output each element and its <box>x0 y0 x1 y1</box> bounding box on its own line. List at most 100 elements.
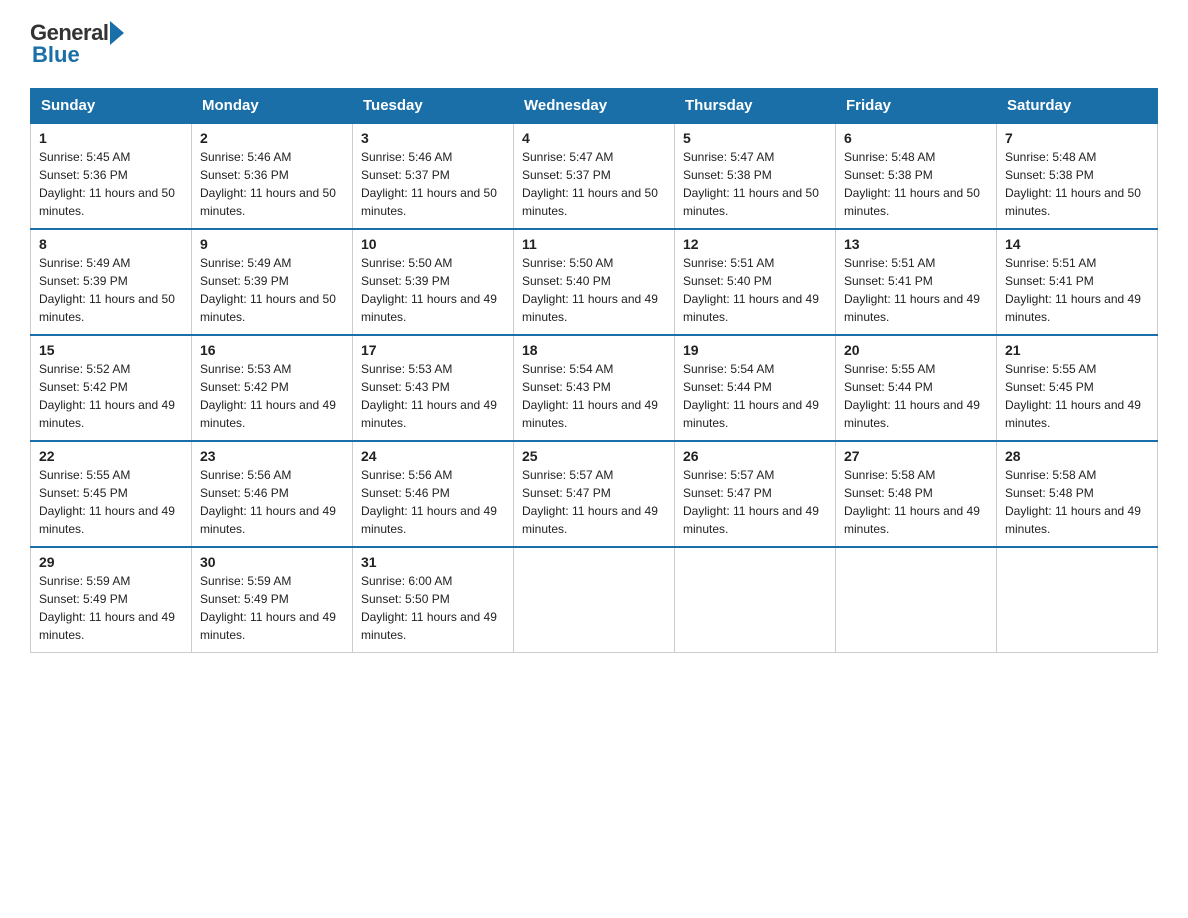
day-info: Sunrise: 5:48 AMSunset: 5:38 PMDaylight:… <box>844 148 988 220</box>
weekday-header-thursday: Thursday <box>675 89 836 124</box>
calendar-cell <box>514 547 675 653</box>
day-number: 27 <box>844 448 988 464</box>
weekday-header-monday: Monday <box>192 89 353 124</box>
calendar-cell: 23Sunrise: 5:56 AMSunset: 5:46 PMDayligh… <box>192 441 353 547</box>
calendar-cell: 22 Sunrise: 5:55 AMSunset: 5:45 PMDayligh… <box>31 441 192 547</box>
day-info: Sunrise: 5:54 AMSunset: 5:44 PMDaylight:… <box>683 360 827 432</box>
logo-blue-text: Blue <box>32 42 80 68</box>
calendar-cell: 24 Sunrise: 5:56 AMSunset: 5:46 PMDayligh… <box>353 441 514 547</box>
calendar-cell: 19 Sunrise: 5:54 AMSunset: 5:44 PMDayligh… <box>675 335 836 441</box>
calendar-cell: 2 Sunrise: 5:46 AMSunset: 5:36 PMDaylight… <box>192 123 353 229</box>
day-info: Sunrise: 5:57 AMSunset: 5:47 PMDaylight:… <box>522 466 666 538</box>
day-number: 2 <box>200 130 344 146</box>
day-info: Sunrise: 5:50 AMSunset: 5:39 PMDaylight:… <box>361 254 505 326</box>
calendar-cell: 6 Sunrise: 5:48 AMSunset: 5:38 PMDaylight… <box>836 123 997 229</box>
day-number: 15 <box>39 342 183 358</box>
day-info: Sunrise: 5:55 AMSunset: 5:45 PMDaylight:… <box>39 466 183 538</box>
day-info: Sunrise: 5:53 AMSunset: 5:42 PMDaylight:… <box>200 360 344 432</box>
day-info: Sunrise: 5:56 AMSunset: 5:46 PMDaylight:… <box>361 466 505 538</box>
logo: General Blue <box>30 20 124 68</box>
day-number: 23 <box>200 448 344 464</box>
day-info: Sunrise: 5:51 AMSunset: 5:40 PMDaylight:… <box>683 254 827 326</box>
day-number: 25 <box>522 448 666 464</box>
calendar-cell <box>675 547 836 653</box>
logo-arrow-icon <box>110 21 124 45</box>
day-number: 6 <box>844 130 988 146</box>
calendar-cell: 29 Sunrise: 5:59 AMSunset: 5:49 PMDayligh… <box>31 547 192 653</box>
calendar-cell: 15 Sunrise: 5:52 AMSunset: 5:42 PMDayligh… <box>31 335 192 441</box>
day-number: 17 <box>361 342 505 358</box>
day-info: Sunrise: 5:59 AMSunset: 5:49 PMDaylight:… <box>39 572 183 644</box>
calendar-cell: 25 Sunrise: 5:57 AMSunset: 5:47 PMDayligh… <box>514 441 675 547</box>
calendar-cell: 5 Sunrise: 5:47 AMSunset: 5:38 PMDaylight… <box>675 123 836 229</box>
calendar-header: SundayMondayTuesdayWednesdayThursdayFrid… <box>31 89 1158 124</box>
calendar-cell <box>836 547 997 653</box>
day-number: 20 <box>844 342 988 358</box>
calendar-cell: 20 Sunrise: 5:55 AMSunset: 5:44 PMDayligh… <box>836 335 997 441</box>
calendar-week-row: 15 Sunrise: 5:52 AMSunset: 5:42 PMDayligh… <box>31 335 1158 441</box>
calendar-week-row: 1Sunrise: 5:45 AMSunset: 5:36 PMDaylight… <box>31 123 1158 229</box>
day-number: 22 <box>39 448 183 464</box>
calendar-cell: 18 Sunrise: 5:54 AMSunset: 5:43 PMDayligh… <box>514 335 675 441</box>
day-info: Sunrise: 5:51 AMSunset: 5:41 PMDaylight:… <box>844 254 988 326</box>
calendar-cell: 26 Sunrise: 5:57 AMSunset: 5:47 PMDayligh… <box>675 441 836 547</box>
calendar-cell: 16 Sunrise: 5:53 AMSunset: 5:42 PMDayligh… <box>192 335 353 441</box>
calendar-cell: 17 Sunrise: 5:53 AMSunset: 5:43 PMDayligh… <box>353 335 514 441</box>
day-number: 14 <box>1005 236 1149 252</box>
day-number: 7 <box>1005 130 1149 146</box>
day-number: 12 <box>683 236 827 252</box>
day-info: Sunrise: 5:58 AMSunset: 5:48 PMDaylight:… <box>1005 466 1149 538</box>
calendar-week-row: 22 Sunrise: 5:55 AMSunset: 5:45 PMDayligh… <box>31 441 1158 547</box>
day-info: Sunrise: 5:54 AMSunset: 5:43 PMDaylight:… <box>522 360 666 432</box>
weekday-header-friday: Friday <box>836 89 997 124</box>
day-info: Sunrise: 5:49 AMSunset: 5:39 PMDaylight:… <box>200 254 344 326</box>
calendar-week-row: 29 Sunrise: 5:59 AMSunset: 5:49 PMDayligh… <box>31 547 1158 653</box>
calendar-cell <box>997 547 1158 653</box>
day-info: Sunrise: 5:57 AMSunset: 5:47 PMDaylight:… <box>683 466 827 538</box>
day-number: 3 <box>361 130 505 146</box>
calendar-cell: 7 Sunrise: 5:48 AMSunset: 5:38 PMDaylight… <box>997 123 1158 229</box>
day-info: Sunrise: 6:00 AMSunset: 5:50 PMDaylight:… <box>361 572 505 644</box>
day-info: Sunrise: 5:46 AMSunset: 5:36 PMDaylight:… <box>200 148 344 220</box>
day-number: 1 <box>39 130 183 146</box>
day-info: Sunrise: 5:52 AMSunset: 5:42 PMDaylight:… <box>39 360 183 432</box>
day-number: 9 <box>200 236 344 252</box>
day-number: 13 <box>844 236 988 252</box>
calendar-cell: 4Sunrise: 5:47 AMSunset: 5:37 PMDaylight… <box>514 123 675 229</box>
day-number: 28 <box>1005 448 1149 464</box>
calendar-cell: 3 Sunrise: 5:46 AMSunset: 5:37 PMDaylight… <box>353 123 514 229</box>
calendar-cell: 12 Sunrise: 5:51 AMSunset: 5:40 PMDayligh… <box>675 229 836 335</box>
day-number: 26 <box>683 448 827 464</box>
calendar-cell: 27Sunrise: 5:58 AMSunset: 5:48 PMDayligh… <box>836 441 997 547</box>
day-number: 4 <box>522 130 666 146</box>
day-info: Sunrise: 5:46 AMSunset: 5:37 PMDaylight:… <box>361 148 505 220</box>
day-info: Sunrise: 5:50 AMSunset: 5:40 PMDaylight:… <box>522 254 666 326</box>
day-number: 29 <box>39 554 183 570</box>
day-number: 31 <box>361 554 505 570</box>
weekday-header-sunday: Sunday <box>31 89 192 124</box>
weekday-header-tuesday: Tuesday <box>353 89 514 124</box>
day-number: 30 <box>200 554 344 570</box>
calendar-table: SundayMondayTuesdayWednesdayThursdayFrid… <box>30 88 1158 653</box>
day-number: 19 <box>683 342 827 358</box>
calendar-cell: 31 Sunrise: 6:00 AMSunset: 5:50 PMDayligh… <box>353 547 514 653</box>
day-info: Sunrise: 5:59 AMSunset: 5:49 PMDaylight:… <box>200 572 344 644</box>
day-info: Sunrise: 5:47 AMSunset: 5:38 PMDaylight:… <box>683 148 827 220</box>
day-number: 24 <box>361 448 505 464</box>
calendar-cell: 1Sunrise: 5:45 AMSunset: 5:36 PMDaylight… <box>31 123 192 229</box>
calendar-cell: 21Sunrise: 5:55 AMSunset: 5:45 PMDayligh… <box>997 335 1158 441</box>
day-info: Sunrise: 5:53 AMSunset: 5:43 PMDaylight:… <box>361 360 505 432</box>
calendar-week-row: 8 Sunrise: 5:49 AMSunset: 5:39 PMDaylight… <box>31 229 1158 335</box>
day-number: 5 <box>683 130 827 146</box>
weekday-header-wednesday: Wednesday <box>514 89 675 124</box>
page-header: General Blue <box>30 20 1158 68</box>
calendar-cell: 11 Sunrise: 5:50 AMSunset: 5:40 PMDayligh… <box>514 229 675 335</box>
day-number: 11 <box>522 236 666 252</box>
day-info: Sunrise: 5:55 AMSunset: 5:44 PMDaylight:… <box>844 360 988 432</box>
calendar-cell: 13 Sunrise: 5:51 AMSunset: 5:41 PMDayligh… <box>836 229 997 335</box>
day-info: Sunrise: 5:48 AMSunset: 5:38 PMDaylight:… <box>1005 148 1149 220</box>
day-number: 16 <box>200 342 344 358</box>
day-number: 18 <box>522 342 666 358</box>
day-number: 8 <box>39 236 183 252</box>
day-info: Sunrise: 5:55 AMSunset: 5:45 PMDaylight:… <box>1005 360 1149 432</box>
